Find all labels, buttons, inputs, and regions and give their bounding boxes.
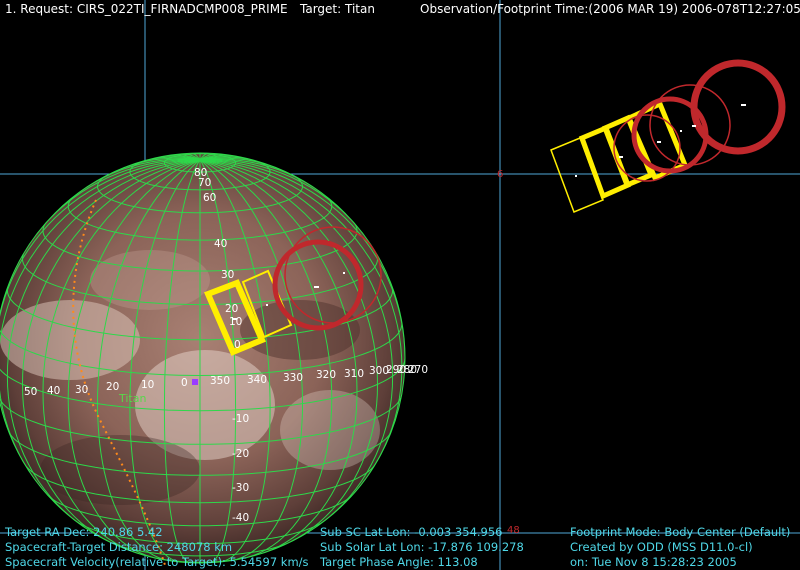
lon-label: 340 [247, 374, 267, 386]
lat-label: 10 [229, 316, 242, 328]
body-label-titan: Titan [118, 392, 146, 405]
lat-label: -40 [232, 512, 249, 524]
titan-viewport[interactable]: 6 48 80 70 60 40 30 20 10 0 -10 -20 -30 … [0, 0, 800, 570]
target-phase-angle: Target Phase Angle: 113.08 [320, 555, 478, 569]
red-marker-6: 6 [497, 169, 503, 180]
titan-globe[interactable] [0, 152, 406, 566]
spacecraft-target-distance: Spacecraft-Target Distance: 248078 km [5, 540, 233, 554]
sub-solar-lat-lon: Sub Solar Lat Lon: -17.876 109.278 [320, 540, 524, 554]
target-label: Target: Titan [300, 2, 375, 16]
lon-label: 350 [210, 375, 230, 387]
created-by: Created by ODD (MSS D11.0-cl) [570, 540, 753, 554]
observation-time: Observation/Footprint Time:(2006 MAR 19)… [420, 2, 800, 16]
lon-label: 10 [141, 379, 154, 391]
lat-label: -20 [232, 448, 249, 460]
sub-spacecraft-marker [192, 379, 198, 385]
lat-label: 0 [234, 339, 241, 351]
footprints-space[interactable] [550, 59, 786, 213]
target-ra-dec: Target RA Dec: 240.86 5.42 [5, 525, 163, 539]
lon-label: 50 [24, 386, 37, 398]
lat-label: 20 [225, 303, 238, 315]
lat-label: -30 [232, 482, 249, 494]
lat-label: 70 [198, 177, 211, 189]
lat-label: 30 [221, 269, 234, 281]
lon-label: 20 [106, 381, 119, 393]
lat-label: 40 [214, 238, 227, 250]
lon-label: 320 [316, 369, 336, 381]
lon-label: 270 [408, 364, 428, 376]
footprint-mode: Footprint Mode: Body Center (Default) [570, 525, 791, 539]
lat-label: -10 [232, 413, 249, 425]
lon-label: 30 [75, 384, 88, 396]
lat-label: 60 [203, 192, 216, 204]
created-on: on: Tue Nov 8 15:28:23 2005 [570, 555, 737, 569]
marker-zero-label: 0 [181, 377, 188, 389]
request-label: 1. Request: CIRS_022TI_FIRNADCMP008_PRIM… [5, 2, 288, 16]
lon-label: 310 [344, 368, 364, 380]
spacecraft-velocity: Spacecraft Velocity(relative to Target):… [5, 555, 309, 569]
lon-label: 330 [283, 372, 303, 384]
sub-sc-lat-lon: Sub SC Lat Lon: -0.003 354.956 [320, 525, 503, 539]
lon-label: 40 [47, 385, 60, 397]
red-marker-48: 48 [507, 525, 520, 536]
